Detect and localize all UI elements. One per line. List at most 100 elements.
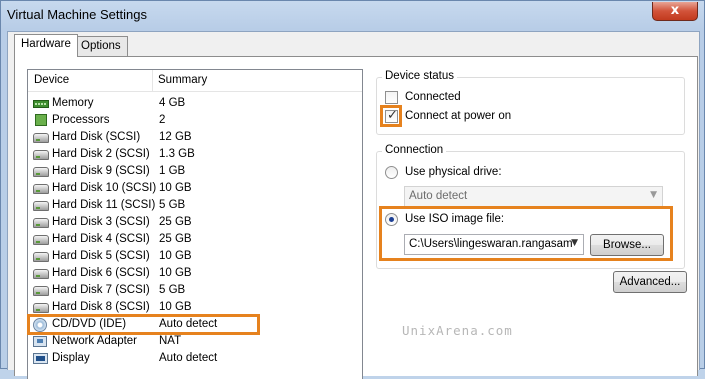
- device-status-title: Device status: [382, 70, 458, 82]
- virtual-machine-settings-window: Virtual Machine Settings x Hardware Opti…: [0, 0, 705, 379]
- use-physical-drive-label[interactable]: Use physical drive:: [405, 166, 502, 178]
- physical-drive-value: Auto detect: [409, 190, 468, 202]
- connect-at-power-on-label[interactable]: Connect at power on: [405, 110, 511, 122]
- cd-dvd-icon: [33, 318, 47, 332]
- column-separator[interactable]: [152, 70, 153, 92]
- chevron-down-icon: ▼: [650, 190, 657, 200]
- device-name: Processors: [52, 114, 110, 126]
- device-status-group: Device status Connected ✓ Connect at pow…: [376, 70, 685, 135]
- iso-path-value: C:\Users\lingeswaran.rangasam: [409, 238, 573, 250]
- hard-disk-icon: [33, 235, 49, 245]
- device-name: Hard Disk 2 (SCSI): [52, 148, 150, 160]
- device-summary: 25 GB: [159, 233, 192, 245]
- hard-disk-icon: [33, 167, 49, 177]
- device-summary: 10 GB: [159, 267, 192, 279]
- hard-disk-icon: [33, 286, 49, 296]
- device-row-hard-disk-11[interactable]: Hard Disk 11 (SCSI) 5 GB: [29, 197, 362, 214]
- title-bar: Virtual Machine Settings x: [1, 1, 704, 29]
- device-name: CD/DVD (IDE): [52, 318, 127, 330]
- device-row-display[interactable]: Display Auto detect: [29, 350, 362, 367]
- device-row-hard-disk-10[interactable]: Hard Disk 10 (SCSI) 10 GB: [29, 180, 362, 197]
- device-row-hard-disk-6[interactable]: Hard Disk 6 (SCSI) 10 GB: [29, 265, 362, 282]
- list-header: Device Summary: [28, 70, 362, 92]
- column-header-summary[interactable]: Summary: [158, 74, 207, 86]
- use-physical-drive-radio[interactable]: [385, 166, 398, 179]
- checkmark-icon: ✓: [387, 108, 398, 123]
- connection-group: Connection Use physical drive: Auto dete…: [376, 144, 685, 269]
- device-name: Display: [52, 352, 90, 364]
- device-row-hard-disk-5[interactable]: Hard Disk 5 (SCSI) 10 GB: [29, 248, 362, 265]
- device-name: Hard Disk 5 (SCSI): [52, 250, 150, 262]
- tab-hardware[interactable]: Hardware: [14, 34, 78, 57]
- browse-button[interactable]: Browse...: [590, 234, 664, 256]
- memory-icon: [33, 100, 49, 108]
- device-name: Hard Disk 8 (SCSI): [52, 301, 150, 313]
- device-name: Hard Disk 7 (SCSI): [52, 284, 150, 296]
- hardware-tab-page: Device Summary Memory 4 GB Processors 2 …: [14, 56, 698, 379]
- physical-drive-dropdown[interactable]: Auto detect ▼: [404, 186, 663, 207]
- device-summary: 10 GB: [159, 301, 192, 313]
- device-summary: Auto detect: [159, 352, 218, 364]
- connected-checkbox[interactable]: [385, 91, 398, 104]
- connect-at-power-on-checkbox[interactable]: ✓: [385, 108, 398, 123]
- hard-disk-icon: [33, 269, 49, 279]
- device-summary: 4 GB: [159, 97, 186, 109]
- device-row-hard-disk-8[interactable]: Hard Disk 8 (SCSI) 10 GB: [29, 299, 362, 316]
- device-name: Memory: [52, 97, 94, 109]
- device-name: Hard Disk (SCSI): [52, 131, 141, 143]
- device-row-network-adapter[interactable]: Network Adapter NAT: [29, 333, 362, 350]
- device-name: Hard Disk 9 (SCSI): [52, 165, 150, 177]
- iso-path-combobox[interactable]: C:\Users\lingeswaran.rangasam ▼: [404, 234, 584, 255]
- device-name: Hard Disk 4 (SCSI): [52, 233, 150, 245]
- processor-icon: [35, 114, 47, 126]
- radio-selected-dot: [389, 217, 394, 222]
- connection-title: Connection: [382, 144, 447, 156]
- device-row-hard-disk-7[interactable]: Hard Disk 7 (SCSI) 5 GB: [29, 282, 362, 299]
- device-row-cd-dvd[interactable]: CD/DVD (IDE) Auto detect: [29, 316, 362, 333]
- device-summary: 12 GB: [159, 131, 192, 143]
- device-name: Hard Disk 6 (SCSI): [52, 267, 150, 279]
- hard-disk-icon: [33, 133, 49, 143]
- device-name: Network Adapter: [52, 335, 138, 347]
- device-summary: Auto detect: [159, 318, 218, 330]
- device-summary: 10 GB: [159, 182, 192, 194]
- column-header-device[interactable]: Device: [34, 74, 69, 86]
- device-summary: 2: [159, 114, 166, 126]
- device-row-hard-disk-2[interactable]: Hard Disk 2 (SCSI) 1.3 GB: [29, 146, 362, 163]
- device-row-hard-disk-3[interactable]: Hard Disk 3 (SCSI) 25 GB: [29, 214, 362, 231]
- device-name: Hard Disk 10 (SCSI): [52, 182, 157, 194]
- device-summary: 1 GB: [159, 165, 186, 177]
- advanced-button[interactable]: Advanced...: [613, 271, 687, 293]
- device-summary: 25 GB: [159, 216, 192, 228]
- hard-disk-icon: [33, 252, 49, 262]
- hard-disk-icon: [33, 201, 49, 211]
- tab-options[interactable]: Options: [74, 36, 128, 56]
- device-row-memory[interactable]: Memory 4 GB: [29, 95, 362, 112]
- device-name: Hard Disk 11 (SCSI): [52, 199, 156, 211]
- watermark: UnixArena.com: [402, 323, 513, 338]
- device-row-processors[interactable]: Processors 2: [29, 112, 362, 129]
- use-iso-image-radio[interactable]: [385, 213, 398, 226]
- window-title: Virtual Machine Settings: [7, 7, 147, 22]
- device-row-hard-disk-9[interactable]: Hard Disk 9 (SCSI) 1 GB: [29, 163, 362, 180]
- device-name: Hard Disk 3 (SCSI): [52, 216, 150, 228]
- chevron-down-icon: ▼: [571, 238, 578, 248]
- device-summary: NAT: [159, 335, 182, 347]
- close-button[interactable]: x: [652, 2, 698, 21]
- use-iso-image-label[interactable]: Use ISO image file:: [405, 213, 504, 225]
- device-summary: 1.3 GB: [159, 148, 195, 160]
- hard-disk-icon: [33, 150, 49, 160]
- display-icon: [33, 353, 48, 364]
- device-row-hard-disk-4[interactable]: Hard Disk 4 (SCSI) 25 GB: [29, 231, 362, 248]
- device-summary: 5 GB: [159, 199, 186, 211]
- connected-label[interactable]: Connected: [405, 91, 461, 103]
- device-summary: 10 GB: [159, 250, 192, 262]
- dialog-body: Hardware Options Device Summary Memory 4…: [7, 31, 700, 379]
- device-list[interactable]: Device Summary Memory 4 GB Processors 2 …: [27, 69, 363, 379]
- hard-disk-icon: [33, 303, 49, 313]
- network-adapter-icon: [33, 336, 47, 347]
- hard-disk-icon: [33, 218, 49, 228]
- device-row-hard-disk[interactable]: Hard Disk (SCSI) 12 GB: [29, 129, 362, 146]
- hard-disk-icon: [33, 184, 49, 194]
- device-summary: 5 GB: [159, 284, 186, 296]
